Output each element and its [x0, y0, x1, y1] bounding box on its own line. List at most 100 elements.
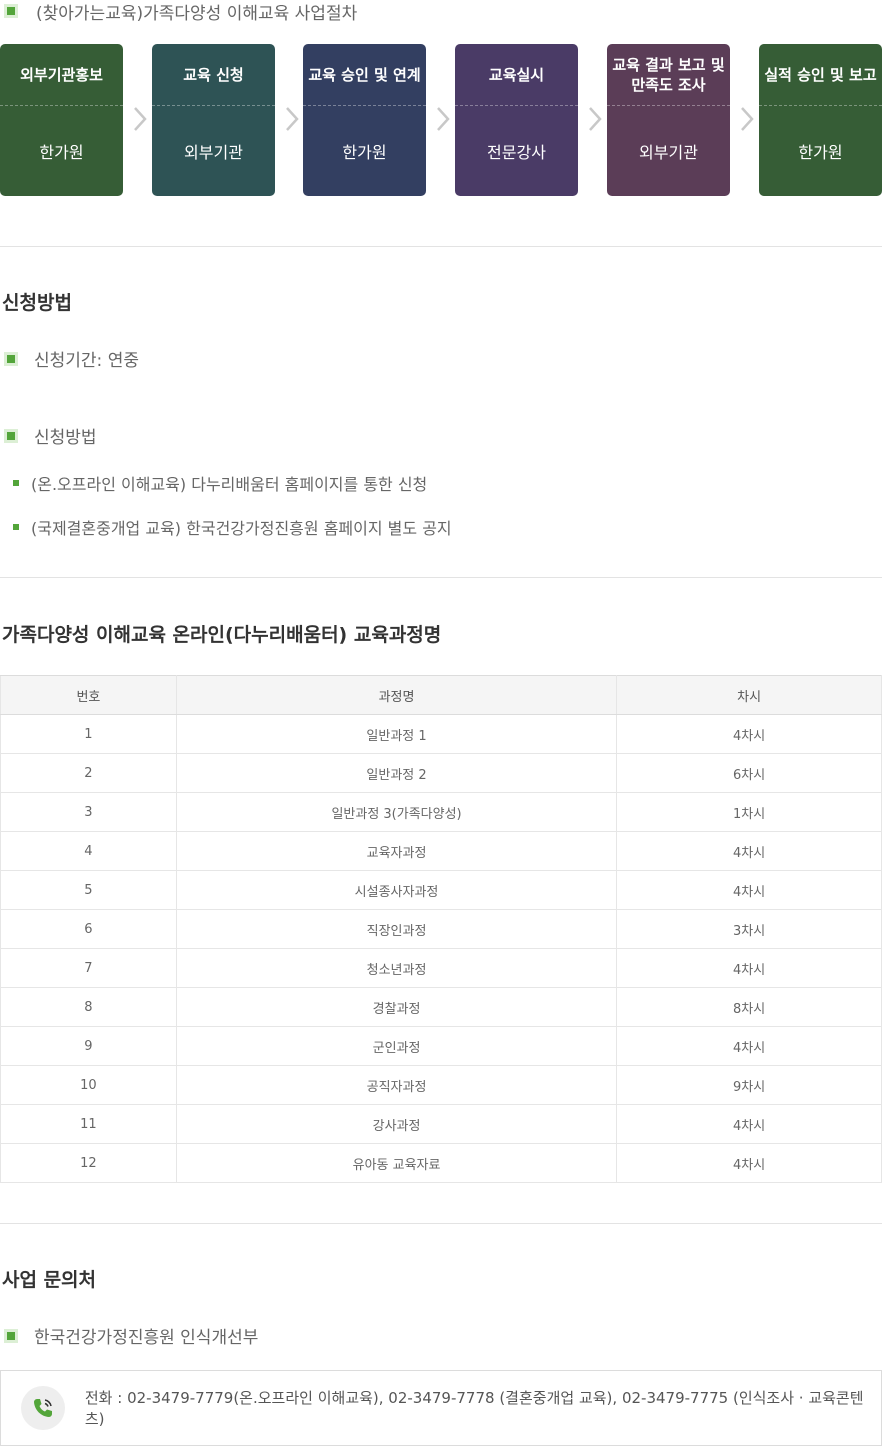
- table-row: 6 직장인과정 3차시: [0, 909, 882, 949]
- process-step: 교육실시전문강사: [455, 44, 578, 196]
- cell-number: 11: [0, 1104, 177, 1144]
- apply-method-text: (온.오프라인 이해교육) 다누리배움터 홈페이지를 통한 신청: [31, 475, 428, 494]
- cell-course-name: 공직자과정: [175, 1065, 618, 1105]
- column-header-number: 번호: [0, 675, 177, 715]
- contact-org-text: 한국건강가정진흥원 인식개선부: [34, 1328, 259, 1348]
- cell-number: 3: [0, 792, 177, 832]
- contact-org: 한국건강가정진흥원 인식개선부: [4, 1323, 258, 1348]
- cell-course-name: 교육자과정: [175, 831, 618, 871]
- divider: [0, 1223, 882, 1224]
- cell-course-name: 청소년과정: [175, 948, 618, 988]
- cell-number: 4: [0, 831, 177, 871]
- process-step: 교육 결과 보고 및 만족도 조사외부기관: [607, 44, 730, 196]
- cell-sessions: 4차시: [616, 831, 882, 871]
- table-row: 1 일반과정 1 4차시: [0, 714, 882, 754]
- apply-period-text: 신청기간: 연중: [34, 351, 139, 371]
- cell-sessions: 8차시: [616, 987, 882, 1027]
- cell-sessions: 4차시: [616, 870, 882, 910]
- cell-sessions: 6차시: [616, 753, 882, 793]
- process-step-role: 교육 신청: [152, 44, 275, 106]
- table-row: 2 일반과정 2 6차시: [0, 753, 882, 793]
- cell-number: 10: [0, 1065, 177, 1105]
- bullet-icon: [13, 480, 19, 486]
- bullet-icon: [13, 524, 19, 530]
- chevron-right-icon: [738, 104, 756, 134]
- chevron-right-icon: [586, 104, 604, 134]
- process-step-actor: 한가원: [798, 143, 843, 162]
- process-steps: 외부기관홍보 한가원 교육 신청 외부기관 교육 승인 및 연계 한가원 교육실시 전문강사 교…: [0, 44, 882, 196]
- process-step-role: 교육실시: [455, 44, 578, 106]
- bullet-square-icon: [4, 428, 18, 443]
- bullet-square-icon: [4, 351, 18, 366]
- apply-method: 신청방법: [4, 423, 97, 448]
- cell-course-name: 일반과정 1: [175, 714, 618, 754]
- apply-heading: 신청방법: [2, 292, 72, 314]
- apply-method-label: 신청방법: [34, 428, 97, 448]
- cell-number: 6: [0, 909, 177, 949]
- cell-sessions: 4차시: [616, 948, 882, 988]
- apply-method-text: (국제결혼중개업 교육) 한국건강가정진흥원 홈페이지 별도 공지: [31, 519, 452, 538]
- table-row: 4 교육자과정 4차시: [0, 831, 882, 871]
- process-step-actor: 외부기관: [639, 143, 698, 162]
- phone-icon: [21, 1386, 65, 1430]
- cell-number: 7: [0, 948, 177, 988]
- apply-period: 신청기간: 연중: [4, 346, 139, 371]
- bullet-square-icon: [4, 4, 18, 18]
- cell-sessions: 4차시: [616, 714, 882, 754]
- cell-course-name: 강사과정: [175, 1104, 618, 1144]
- contact-box: 전화 : 02-3479-7779(온.오프라인 이해교육), 02-3479-…: [0, 1370, 882, 1446]
- table-row: 5 시설종사자과정 4차시: [0, 870, 882, 910]
- table-row: 3 일반과정 3(가족다양성) 1차시: [0, 792, 882, 832]
- cell-course-name: 시설종사자과정: [175, 870, 618, 910]
- process-section-title: (찾아가는교육)가족다양성 이해교육 사업절차: [4, 0, 358, 24]
- table-row: 9 군인과정 4차시: [0, 1026, 882, 1066]
- cell-course-name: 직장인과정: [175, 909, 618, 949]
- cell-sessions: 4차시: [616, 1104, 882, 1144]
- cell-number: 9: [0, 1026, 177, 1066]
- cell-number: 8: [0, 987, 177, 1027]
- column-header-course: 과정명: [175, 675, 618, 715]
- process-step-actor: 전문강사: [487, 143, 546, 162]
- cell-sessions: 4차시: [616, 1026, 882, 1066]
- cell-course-name: 유아동 교육자료: [175, 1143, 618, 1183]
- divider: [0, 246, 882, 247]
- process-step-role: 실적 승인 및 보고: [759, 44, 882, 106]
- table-row: 11 강사과정 4차시: [0, 1104, 882, 1144]
- cell-sessions: 9차시: [616, 1065, 882, 1105]
- cell-number: 5: [0, 870, 177, 910]
- courses-table: 번호 과정명 차시 1 일반과정 1 4차시 2 일반과정 2 6차시 3 일반과정 3(가족…: [0, 675, 882, 1183]
- divider: [0, 577, 882, 578]
- cell-course-name: 일반과정 3(가족다양성): [175, 792, 618, 832]
- process-step-role: 교육 승인 및 연계: [303, 44, 426, 106]
- cell-sessions: 4차시: [616, 1143, 882, 1183]
- cell-course-name: 경찰과정: [175, 987, 618, 1027]
- courses-heading: 가족다양성 이해교육 온라인(다누리배움터) 교육과정명: [2, 624, 442, 646]
- cell-sessions: 1차시: [616, 792, 882, 832]
- chevron-right-icon: [434, 104, 452, 134]
- process-step-actor: 한가원: [39, 143, 84, 162]
- table-header-row: 번호 과정명 차시: [0, 675, 882, 715]
- chevron-right-icon: [131, 104, 149, 134]
- table-row: 10 공직자과정 9차시: [0, 1065, 882, 1105]
- table-row: 12 유아동 교육자료 4차시: [0, 1143, 882, 1183]
- chevron-right-icon: [283, 104, 301, 134]
- apply-method-item: (온.오프라인 이해교육) 다누리배움터 홈페이지를 통한 신청: [13, 471, 427, 495]
- cell-course-name: 군인과정: [175, 1026, 618, 1066]
- process-step-role: 교육 결과 보고 및 만족도 조사: [607, 44, 730, 106]
- cell-course-name: 일반과정 2: [175, 753, 618, 793]
- process-step: 외부기관홍보 한가원: [0, 44, 123, 196]
- table-row: 7 청소년과정 4차시: [0, 948, 882, 988]
- process-step: 교육 승인 및 연계 한가원: [303, 44, 426, 196]
- contact-heading: 사업 문의처: [2, 1269, 97, 1291]
- process-step: 실적 승인 및 보고한가원: [759, 44, 882, 196]
- table-row: 8 경찰과정 8차시: [0, 987, 882, 1027]
- cell-number: 1: [0, 714, 177, 754]
- bullet-square-icon: [4, 1328, 18, 1343]
- process-step-actor: 외부기관: [184, 143, 243, 162]
- cell-number: 2: [0, 753, 177, 793]
- column-header-sessions: 차시: [616, 675, 882, 715]
- process-step: 교육 신청외부기관: [152, 44, 275, 196]
- process-title-text: (찾아가는교육)가족다양성 이해교육 사업절차: [36, 3, 358, 24]
- cell-sessions: 3차시: [616, 909, 882, 949]
- cell-number: 12: [0, 1143, 177, 1183]
